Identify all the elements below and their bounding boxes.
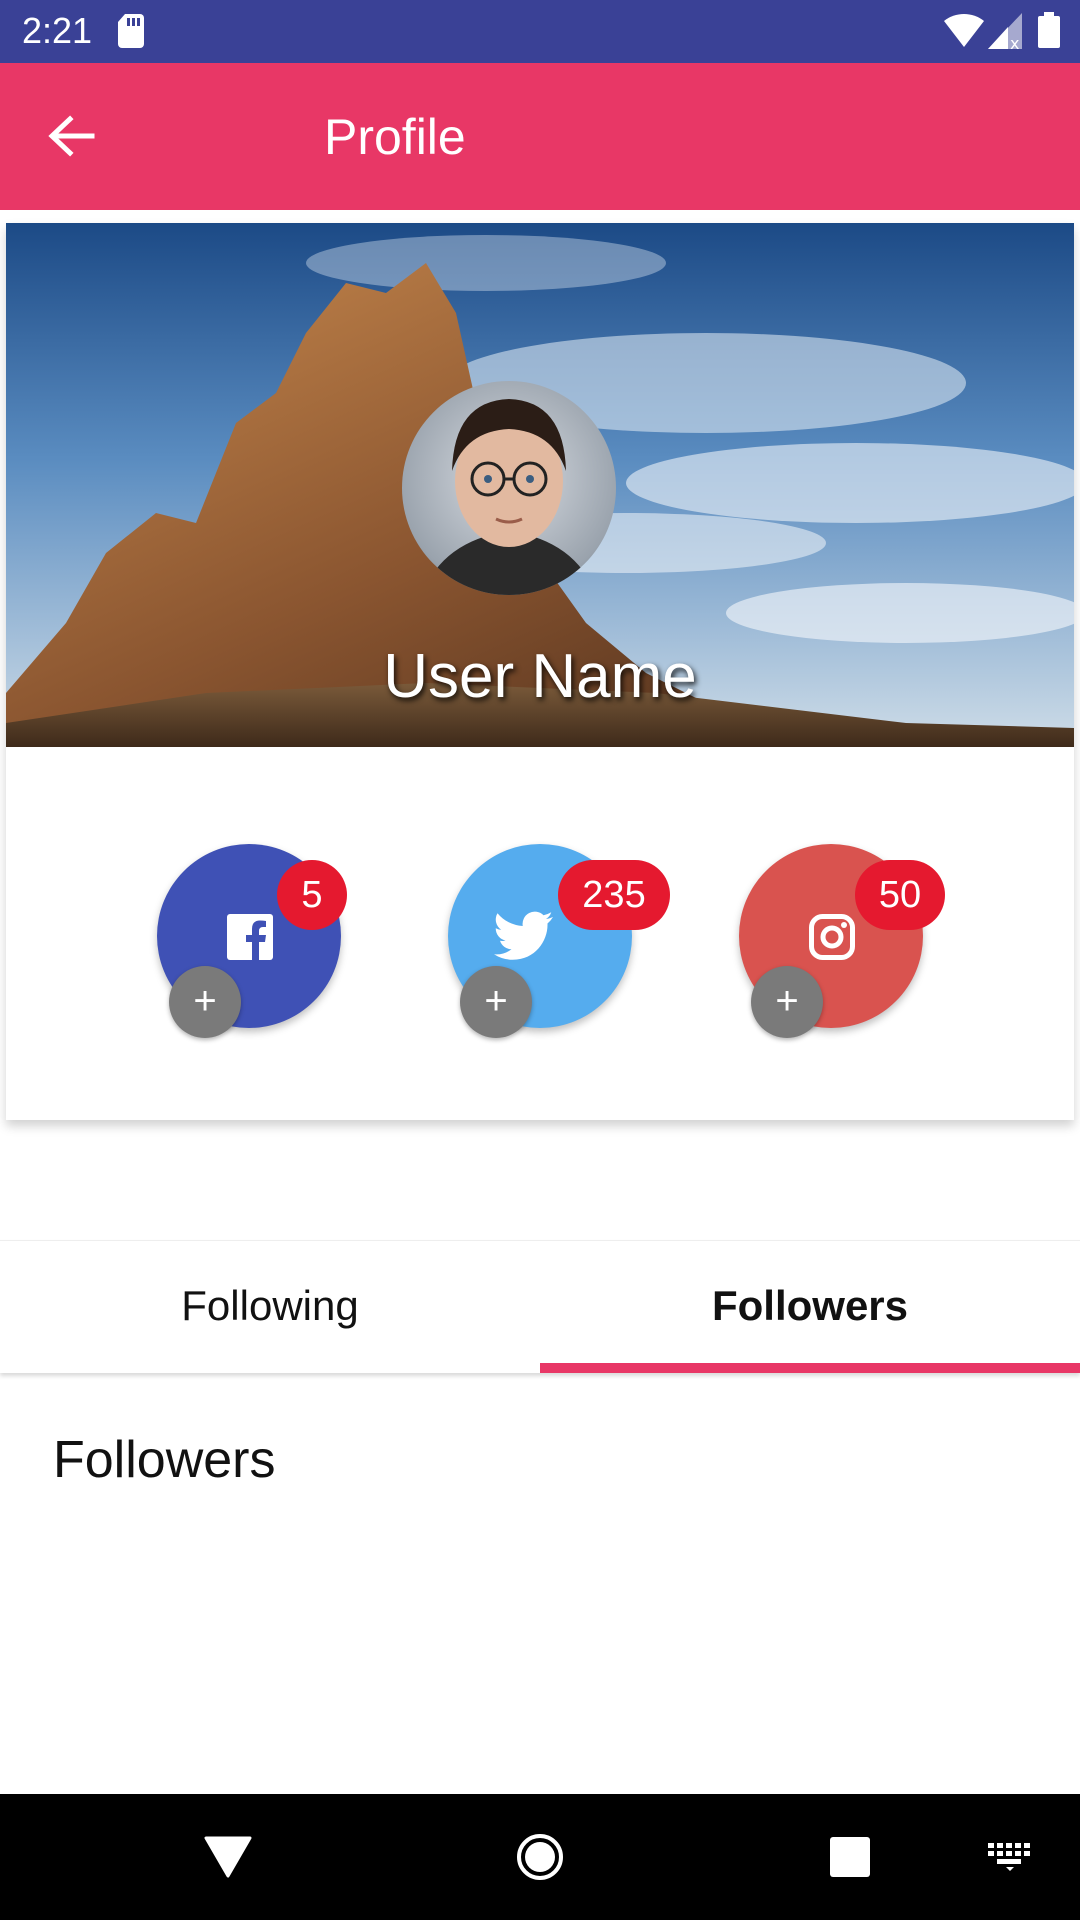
- instagram-button[interactable]: 50 +: [739, 844, 945, 1038]
- facebook-add-button[interactable]: +: [169, 966, 241, 1038]
- tab-following[interactable]: Following: [0, 1241, 540, 1373]
- content-title: Followers: [53, 1431, 276, 1489]
- user-name: User Name: [383, 642, 697, 711]
- app-bar: Profile: [0, 63, 1080, 210]
- twitter-icon: [494, 910, 554, 962]
- sd-card-icon: [118, 14, 146, 53]
- keyboard-icon[interactable]: [980, 1794, 1040, 1920]
- profile-screen: 2:21 x Profile User Name 5 + 235 + 50 + …: [0, 0, 1080, 1920]
- avatar[interactable]: [402, 381, 616, 595]
- facebook-count-badge: 5: [277, 860, 347, 930]
- status-time: 2:21: [22, 10, 93, 51]
- instagram-add-button[interactable]: +: [751, 966, 823, 1038]
- nav-home-icon[interactable]: [508, 1794, 572, 1920]
- twitter-count-badge: 235: [558, 860, 670, 930]
- svg-text:x: x: [1010, 34, 1019, 49]
- nav-recents-icon[interactable]: [818, 1794, 882, 1920]
- page-title: Profile: [324, 109, 466, 165]
- signal-icon: x: [988, 13, 1022, 54]
- tab-indicator: [540, 1363, 1080, 1373]
- twitter-add-button[interactable]: +: [460, 966, 532, 1038]
- wifi-icon: [944, 13, 984, 52]
- battery-icon: [1038, 12, 1060, 53]
- instagram-icon: [809, 914, 855, 960]
- tab-bar: Following Followers: [0, 1240, 1080, 1373]
- arrow-back-icon[interactable]: [46, 111, 96, 161]
- twitter-button[interactable]: 235 +: [448, 844, 670, 1038]
- profile-card: User Name 5 + 235 + 50 +: [6, 223, 1074, 1120]
- tab-followers[interactable]: Followers: [540, 1241, 1080, 1373]
- facebook-icon: [227, 914, 273, 960]
- instagram-count-badge: 50: [855, 860, 945, 930]
- navigation-bar: [0, 1794, 1080, 1920]
- nav-back-icon[interactable]: [196, 1794, 260, 1920]
- status-bar: 2:21 x: [0, 0, 1080, 63]
- cover-image: User Name: [6, 223, 1074, 747]
- facebook-button[interactable]: 5 +: [157, 844, 347, 1038]
